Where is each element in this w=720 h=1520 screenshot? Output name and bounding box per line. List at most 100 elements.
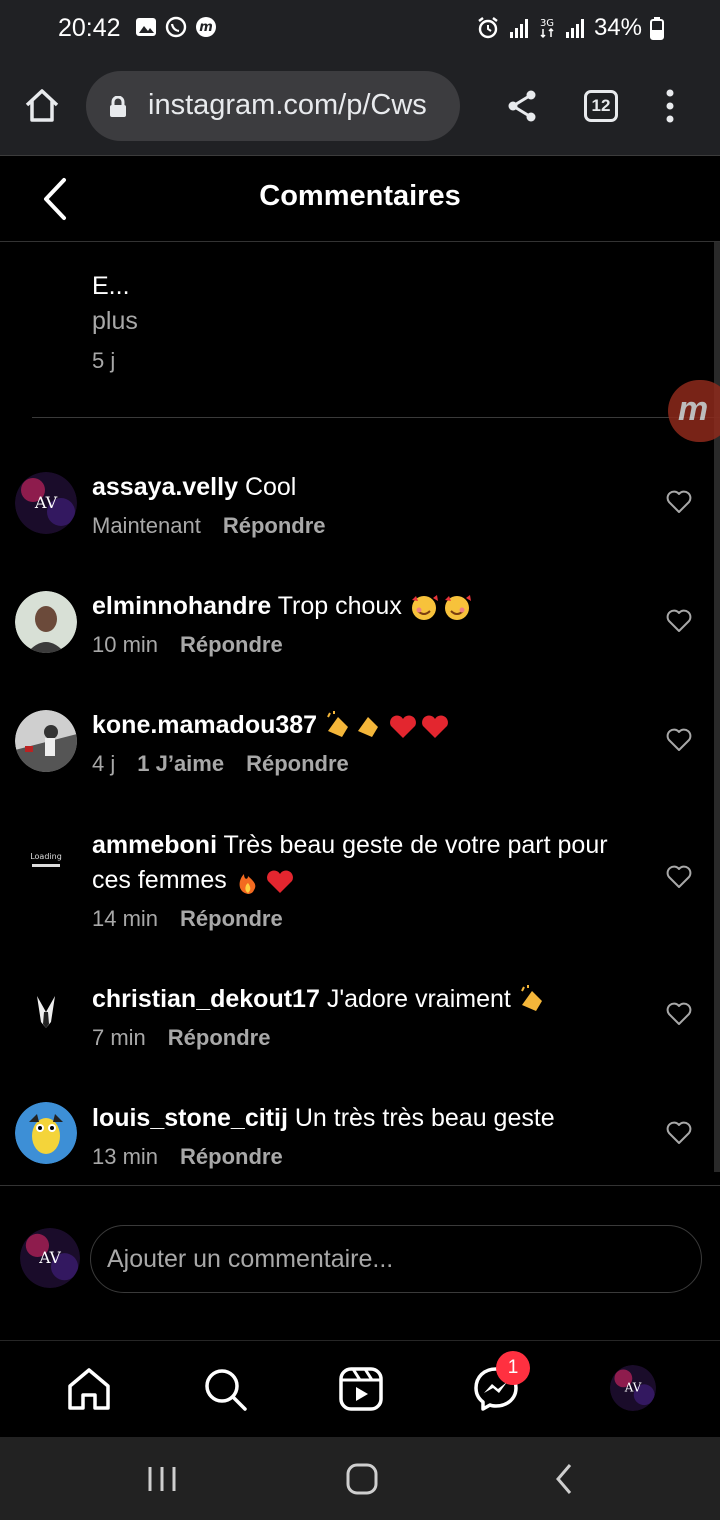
avatar-image [15, 1102, 77, 1164]
caption-more-link[interactable]: plus [92, 307, 138, 336]
like-heart-icon[interactable] [666, 1002, 692, 1026]
comment-username[interactable]: kone.mamadou387 [92, 711, 317, 739]
reply-button[interactable]: Répondre [180, 632, 283, 657]
page-title: Commentaires [259, 180, 461, 212]
messages-badge: 1 [496, 1351, 530, 1385]
3g-icon: 3G [540, 18, 554, 39]
like-heart-icon[interactable] [666, 609, 692, 633]
lock-icon [110, 96, 126, 117]
comment-text: kone.mamadou387 [92, 708, 612, 743]
like-heart-icon[interactable] [666, 865, 692, 889]
reply-button[interactable]: Répondre [180, 906, 283, 931]
signal-icon-2 [565, 19, 584, 38]
avatar[interactable] [15, 982, 77, 1044]
reply-button[interactable]: Répondre [246, 751, 349, 776]
avatar-image [15, 710, 77, 772]
comment-meta: 10 min Répondre [92, 632, 612, 658]
recent-apps-icon[interactable] [142, 1461, 182, 1497]
status-bar: 20:42 m 3G 34% [0, 0, 720, 58]
svg-text:AV: AV [38, 1249, 61, 1267]
bubble-label: m [678, 390, 709, 428]
comment-text: ammeboni Très beau geste de votre part p… [92, 828, 612, 898]
more-vert-icon[interactable] [660, 88, 680, 124]
like-heart-icon[interactable] [666, 728, 692, 752]
avatar[interactable] [15, 591, 77, 653]
clap-hearts-emoji [327, 711, 448, 739]
comment-time: 4 j [92, 751, 116, 776]
comment-message: Cool [244, 473, 297, 501]
comment-meta: 14 min Répondre [92, 906, 612, 932]
tab-switcher-button[interactable]: 12 [584, 90, 618, 122]
svg-text:m: m [199, 20, 213, 35]
svg-text:3G: 3G [540, 18, 554, 29]
messenger-lite-icon: m [196, 17, 216, 37]
comment-time: 10 min [92, 632, 159, 657]
system-nav-bar [0, 1437, 720, 1520]
comment-message: Trop choux [277, 592, 402, 620]
avatar-image [15, 982, 77, 1044]
whatsapp-icon [165, 16, 187, 38]
browser-toolbar: instagram.com/p/Cws 12 [0, 58, 720, 156]
comment-username[interactable]: elminnohandre [92, 592, 271, 620]
reply-button[interactable]: Répondre [168, 1025, 271, 1050]
comment-time: Maintenant [92, 513, 201, 538]
scrollbar[interactable] [714, 242, 720, 1172]
avatar[interactable] [15, 1102, 77, 1164]
url-text: instagram.com/p/Cws [148, 89, 427, 121]
comment-time: 14 min [92, 906, 159, 931]
bottom-nav: 1 AV [0, 1340, 720, 1436]
comments-header: Commentaires [0, 156, 720, 242]
comment-input[interactable] [90, 1225, 702, 1293]
svg-text:AV: AV [34, 493, 58, 512]
svg-text:AV: AV [624, 1381, 642, 1395]
back-button-icon[interactable] [546, 1461, 586, 1497]
status-time: 20:42 [58, 14, 121, 42]
fire-heart-emoji [239, 870, 293, 895]
battery-percent: 34% [593, 14, 642, 41]
svg-text:Loading: Loading [30, 852, 62, 861]
notification-icons: m [135, 16, 217, 38]
like-heart-icon[interactable] [666, 490, 692, 514]
like-heart-icon[interactable] [666, 1121, 692, 1145]
comment-meta: 13 min Répondre [92, 1144, 612, 1170]
share-icon[interactable] [504, 88, 540, 124]
comment-time: 13 min [92, 1144, 159, 1169]
avatar-image: AV [20, 1228, 80, 1288]
comment-username[interactable]: christian_dekout17 [92, 985, 320, 1013]
avatar-image: Loading [15, 828, 77, 890]
avatar-image: AV [15, 472, 77, 534]
comment-time: 7 min [92, 1025, 146, 1050]
floating-chat-bubble[interactable]: m [668, 380, 720, 442]
caption-age: 5 j [92, 348, 116, 373]
avatar[interactable]: AV [15, 472, 77, 534]
url-bar[interactable]: instagram.com/p/Cws [86, 71, 460, 141]
reels-icon[interactable] [337, 1365, 385, 1413]
avatar[interactable] [15, 710, 77, 772]
profile-tab-avatar[interactable]: AV [610, 1365, 656, 1411]
avatar-image: AV [610, 1365, 656, 1411]
home-icon[interactable] [65, 1365, 113, 1413]
alarm-icon [478, 17, 498, 39]
clap-emoji [520, 985, 542, 1012]
home-button-icon[interactable] [342, 1461, 382, 1497]
avatar[interactable]: Loading [15, 828, 77, 890]
search-icon[interactable] [201, 1365, 249, 1413]
comment-text: assaya.velly Cool [92, 470, 612, 505]
battery-icon [650, 17, 664, 40]
comment-username[interactable]: ammeboni [92, 831, 217, 859]
reply-button[interactable]: Répondre [180, 1144, 283, 1169]
comment-message: J'adore vraiment [326, 985, 511, 1013]
status-right: 3G 34% [476, 14, 664, 42]
comment-username[interactable]: assaya.velly [92, 473, 238, 501]
home-icon[interactable] [22, 86, 62, 126]
avatar-image [15, 591, 77, 653]
comment-message: Un très très beau geste [294, 1104, 555, 1132]
comment-text: louis_stone_citij Un très très beau gest… [92, 1101, 612, 1136]
reply-button[interactable]: Répondre [223, 513, 326, 538]
likes-count[interactable]: 1 J’aime [137, 751, 224, 776]
comment-meta: Maintenant Répondre [92, 513, 612, 539]
caption-text: E... [92, 272, 130, 300]
signal-icon [509, 19, 528, 38]
current-user-avatar: AV [20, 1228, 80, 1288]
comment-username[interactable]: louis_stone_citij [92, 1104, 288, 1132]
